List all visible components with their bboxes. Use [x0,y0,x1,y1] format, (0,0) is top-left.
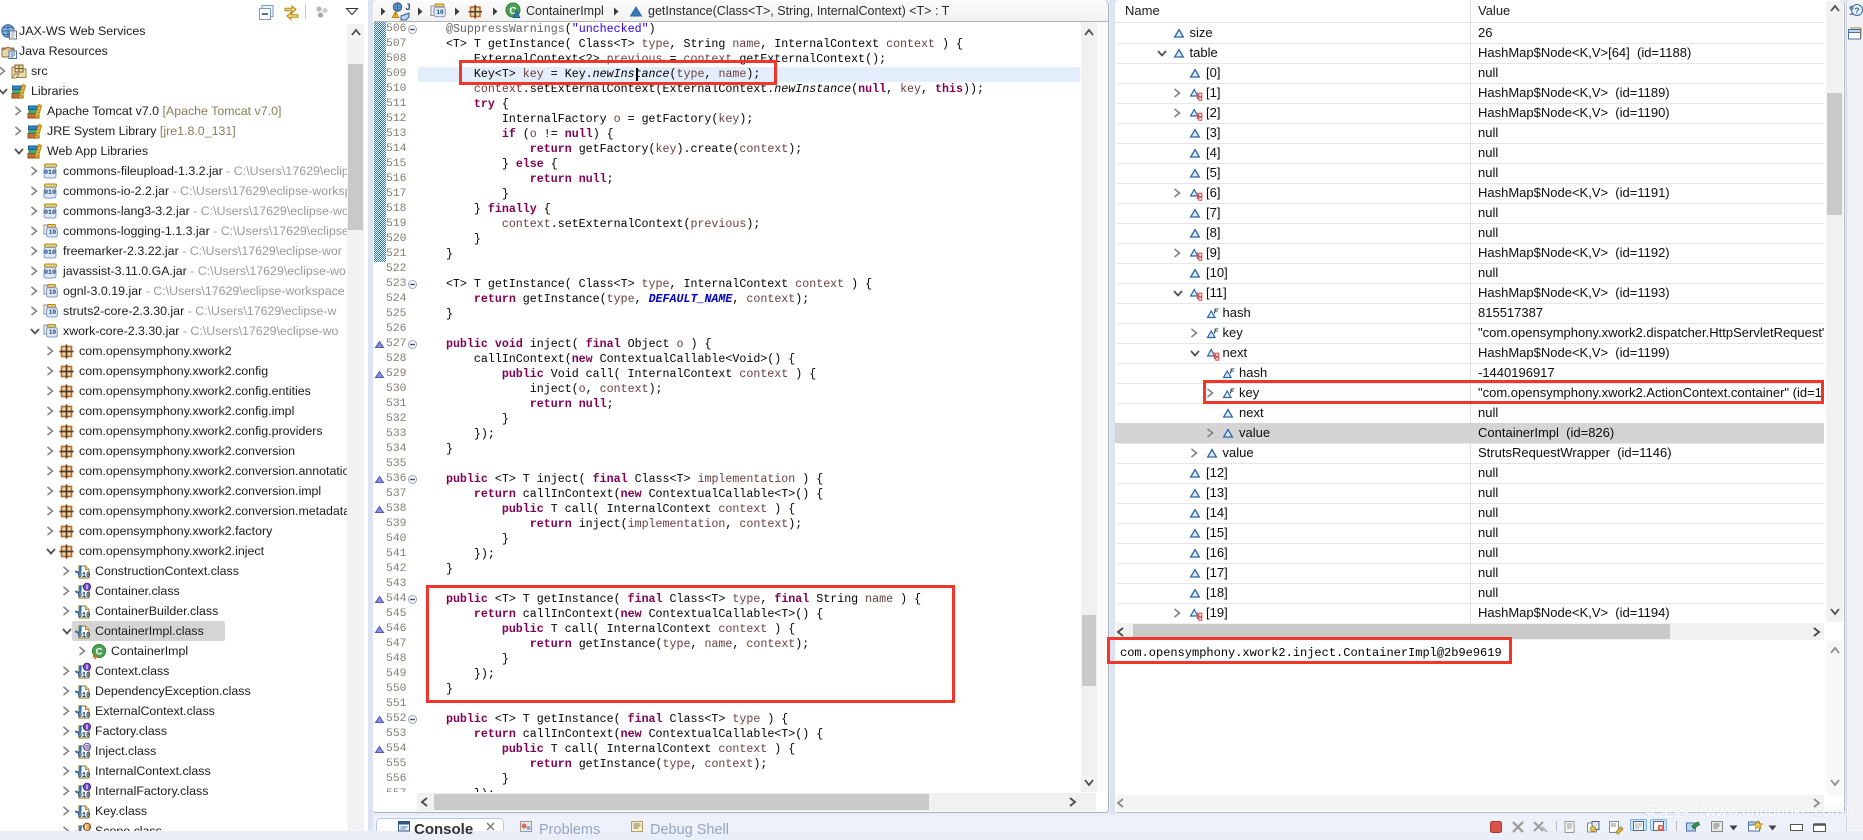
svg-text:F: F [1213,327,1218,336]
svg-text:!: ! [395,13,397,19]
svg-text:J: J [406,2,411,12]
svg-text:F: F [1230,367,1235,376]
svg-text:10: 10 [436,9,444,16]
svg-text:@: @ [84,744,90,751]
svg-text:I: I [86,665,88,672]
svg-text:010: 010 [44,169,56,176]
svg-text:?: ? [1855,7,1860,16]
svg-text:I: I [86,785,88,792]
svg-text:10: 10 [49,329,57,336]
svg-text:E: E [85,825,90,831]
svg-text:010: 010 [44,189,56,196]
svg-text:10: 10 [49,289,57,296]
svg-text:010: 010 [44,249,56,256]
svg-text:010: 010 [44,209,56,216]
svg-text:10: 10 [49,229,57,236]
svg-text:F: F [1213,307,1218,316]
svg-text:10: 10 [49,309,57,316]
svg-text:I: I [86,585,88,592]
svg-text:I: I [86,725,88,732]
svg-text:010: 010 [44,269,56,276]
